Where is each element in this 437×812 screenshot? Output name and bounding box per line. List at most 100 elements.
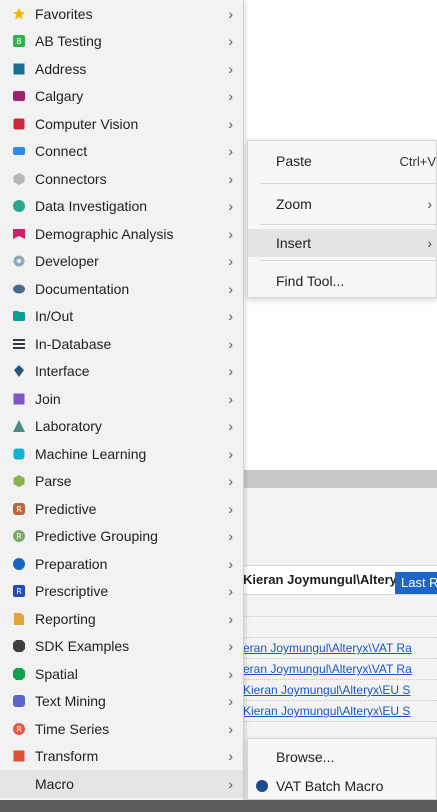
insert-label: Insert xyxy=(276,235,312,251)
menu-item-label: Documentation xyxy=(35,280,130,297)
menu-item-label: Join xyxy=(35,390,61,407)
insert-menu-item[interactable]: Insert › xyxy=(248,229,437,257)
result-row[interactable]: eran Joymungul\Alteryx\VAT Ra xyxy=(240,638,437,659)
macro-submenu: Browse... VAT Batch Macro xyxy=(247,738,437,800)
result-link[interactable]: eran Joymungul\Alteryx\VAT Ra xyxy=(243,662,412,676)
menu-separator xyxy=(260,224,437,225)
result-link[interactable]: Kieran Joymungul\Alteryx\EU S xyxy=(243,704,410,718)
blank-icon xyxy=(12,777,26,791)
chevron-right-icon: › xyxy=(228,693,233,710)
in-out-icon xyxy=(12,309,26,323)
menu-item-label: Parse xyxy=(35,473,72,490)
chevron-right-icon: › xyxy=(228,418,233,435)
menu-item-laboratory[interactable]: Laboratory › xyxy=(0,413,243,441)
result-link[interactable]: eran Joymungul\Alteryx\VAT Ra xyxy=(243,641,412,655)
menu-item-label: In-Database xyxy=(35,335,112,352)
chevron-right-icon: › xyxy=(228,60,233,77)
menu-item-predictive-grouping[interactable]: R Predictive Grouping › xyxy=(0,523,243,551)
result-row[interactable]: Kieran Joymungul\Alteryx\EU S xyxy=(240,680,437,701)
chevron-right-icon: › xyxy=(228,280,233,297)
menu-item-text-mining[interactable]: Text Mining › xyxy=(0,688,243,716)
menu-item-label: Machine Learning xyxy=(35,445,147,462)
menu-item-time-series[interactable]: R Time Series › xyxy=(0,715,243,743)
chevron-right-icon: › xyxy=(427,235,432,251)
chevron-right-icon: › xyxy=(228,33,233,50)
laboratory-icon xyxy=(12,419,26,433)
chevron-right-icon: › xyxy=(228,198,233,215)
paste-menu-item[interactable]: Paste Ctrl+V xyxy=(248,147,437,175)
chevron-right-icon: › xyxy=(228,748,233,765)
canvas-context-menu: Paste Ctrl+V Zoom › Insert › Find Tool..… xyxy=(247,140,437,298)
machine-learning-icon xyxy=(12,447,26,461)
panel-divider xyxy=(240,470,437,488)
menu-item-interface[interactable]: Interface › xyxy=(0,358,243,386)
menu-item-label: Reporting xyxy=(35,610,96,627)
menu-item-macro[interactable]: Macro › xyxy=(0,770,243,798)
menu-item-transform[interactable]: Transform › xyxy=(0,743,243,771)
menu-item-demographic-analysis[interactable]: Demographic Analysis › xyxy=(0,220,243,248)
menu-item-in-out[interactable]: In/Out › xyxy=(0,303,243,331)
menu-item-label: Laboratory xyxy=(35,418,102,435)
menu-item-address[interactable]: Address › xyxy=(0,55,243,83)
prescriptive-icon: R xyxy=(12,584,26,598)
menu-item-connect[interactable]: Connect › xyxy=(0,138,243,166)
svg-text:R: R xyxy=(16,725,22,734)
menu-item-label: Computer Vision xyxy=(35,115,139,132)
menu-item-prescriptive[interactable]: R Prescriptive › xyxy=(0,578,243,606)
last-run-button[interactable]: Last R xyxy=(395,572,437,594)
menu-item-predictive[interactable]: R Predictive › xyxy=(0,495,243,523)
demographic-analysis-icon xyxy=(12,227,26,241)
find-tool-label: Find Tool... xyxy=(276,273,345,289)
result-row[interactable]: eran Joymungul\Alteryx\VAT Ra xyxy=(240,659,437,680)
menu-item-favorites[interactable]: Favorites › xyxy=(0,0,243,28)
menu-item-spatial[interactable]: Spatial › xyxy=(0,660,243,688)
vat-batch-macro-menu-item[interactable]: VAT Batch Macro xyxy=(248,772,437,800)
menu-item-machine-learning[interactable]: Machine Learning › xyxy=(0,440,243,468)
parse-icon xyxy=(12,474,26,488)
computer-vision-icon xyxy=(12,117,26,131)
chevron-right-icon: › xyxy=(228,88,233,105)
result-row[interactable]: Kieran Joymungul\Alteryx\EU S xyxy=(240,701,437,722)
predictive-grouping-icon: R xyxy=(12,529,26,543)
menu-item-data-investigation[interactable]: Data Investigation › xyxy=(0,193,243,221)
svg-text:B: B xyxy=(16,37,22,46)
chevron-right-icon: › xyxy=(228,390,233,407)
menu-item-label: SDK Examples xyxy=(35,638,130,655)
chevron-right-icon: › xyxy=(427,196,432,212)
menu-item-ab-testing[interactable]: B AB Testing › xyxy=(0,28,243,56)
menu-item-documentation[interactable]: Documentation › xyxy=(0,275,243,303)
menu-item-label: Demographic Analysis xyxy=(35,225,174,242)
results-list: eran Joymungul\Alteryx\VAT Ra eran Joymu… xyxy=(240,596,437,722)
zoom-menu-item[interactable]: Zoom › xyxy=(248,190,437,218)
svg-text:R: R xyxy=(16,532,22,541)
menu-item-label: Address xyxy=(35,60,87,77)
menu-item-label: In/Out xyxy=(35,308,74,325)
ab-testing-icon: B xyxy=(12,34,26,48)
browse-menu-item[interactable]: Browse... xyxy=(248,743,437,771)
menu-item-in-database[interactable]: In-Database › xyxy=(0,330,243,358)
menu-item-developer[interactable]: Developer › xyxy=(0,248,243,276)
menu-item-computer-vision[interactable]: Computer Vision › xyxy=(0,110,243,138)
menu-item-label: Favorites xyxy=(35,5,93,22)
macro-icon xyxy=(256,780,268,792)
menu-item-label: Time Series xyxy=(35,720,110,737)
svg-text:R: R xyxy=(16,505,22,514)
star-icon xyxy=(12,7,26,21)
preparation-icon xyxy=(12,557,26,571)
chevron-right-icon: › xyxy=(228,720,233,737)
menu-item-reporting[interactable]: Reporting › xyxy=(0,605,243,633)
chevron-right-icon: › xyxy=(228,555,233,572)
menu-item-sdk-examples[interactable]: SDK Examples › xyxy=(0,633,243,661)
menu-item-join[interactable]: Join › xyxy=(0,385,243,413)
documentation-icon xyxy=(12,282,26,296)
connect-icon xyxy=(12,144,26,158)
menu-item-preparation[interactable]: Preparation › xyxy=(0,550,243,578)
menu-item-parse[interactable]: Parse › xyxy=(0,468,243,496)
menu-item-label: Preparation xyxy=(35,555,108,572)
result-link[interactable]: Kieran Joymungul\Alteryx\EU S xyxy=(243,683,410,697)
find-tool-menu-item[interactable]: Find Tool... xyxy=(248,267,437,295)
menu-item-connectors[interactable]: Connectors › xyxy=(0,165,243,193)
chevron-right-icon: › xyxy=(228,170,233,187)
tool-categories-menu: Favorites › B AB Testing › Address › Cal… xyxy=(0,0,244,800)
menu-item-calgary[interactable]: Calgary › xyxy=(0,83,243,111)
